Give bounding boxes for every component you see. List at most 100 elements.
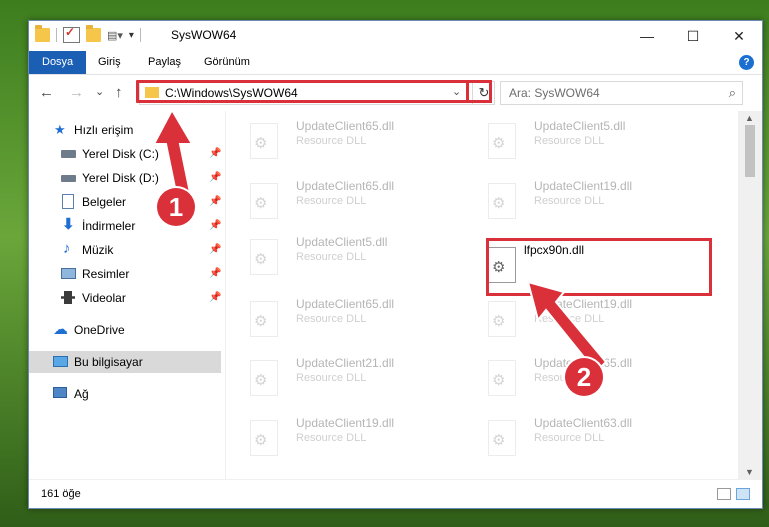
dll-file-icon [250, 360, 278, 396]
file-name: UpdateClient65.dll [296, 179, 395, 193]
file-item[interactable]: UpdateClient65.dll Resource DLL [226, 117, 456, 167]
tab-view[interactable]: Görünüm [191, 51, 263, 74]
vertical-scrollbar[interactable]: ▲ ▼ [738, 111, 762, 479]
videos-icon [61, 291, 75, 304]
file-name: UpdateClient63.dll [534, 416, 633, 430]
sidebar-item-label: Müzik [82, 243, 114, 257]
scroll-down-icon[interactable]: ▼ [745, 467, 754, 477]
large-icons-view-icon[interactable] [736, 488, 750, 500]
search-box[interactable]: Ara: SysWOW64 ⌕ [500, 81, 743, 105]
tab-share[interactable]: Paylaş [135, 51, 194, 74]
cloud-icon: ☁ [53, 321, 68, 338]
computer-icon [53, 356, 68, 367]
maximize-button[interactable]: ☐ [670, 21, 716, 51]
pictures-icon [61, 268, 76, 279]
sidebar-item-onedrive[interactable]: ☁ OneDrive [29, 319, 221, 341]
drive-icon [61, 175, 76, 182]
file-name: UpdateClient19.dll [296, 416, 395, 430]
file-item[interactable]: UpdateClient5.dll Resource DLL [464, 117, 694, 167]
sidebar-item-pictures[interactable]: Resimler 📌 [29, 263, 221, 285]
file-description: Resource DLL [296, 135, 367, 147]
file-description: Resource DLL [534, 135, 605, 147]
file-item[interactable]: UpdateClient19.dll Resource DLL [226, 414, 456, 464]
status-bar: 161 öğe [29, 479, 762, 508]
file-name: UpdateClient5.dll [296, 235, 388, 249]
properties-icon[interactable] [63, 25, 80, 43]
download-icon: ⬇ [62, 216, 75, 233]
sidebar-item-label: Yerel Disk (C:) [82, 147, 159, 161]
dll-file-icon [488, 360, 516, 396]
sidebar-item-label: Bu bilgisayar [74, 355, 143, 369]
dll-file-icon [250, 239, 278, 275]
sidebar-item-label: İndirmeler [82, 219, 136, 233]
new-folder-icon[interactable] [86, 25, 101, 42]
sidebar-item-network[interactable]: Ağ [29, 383, 221, 405]
file-item[interactable]: UpdateClient19.dll Resource DLL [464, 177, 694, 227]
star-icon: ★ [54, 122, 66, 137]
tab-home[interactable]: Giriş [85, 51, 134, 74]
up-button[interactable]: ↑ [115, 84, 123, 101]
step-1-badge: 1 [157, 188, 195, 226]
file-description: Resource DLL [296, 372, 367, 384]
close-button[interactable]: ✕ [716, 21, 762, 51]
file-item[interactable]: UpdateClient65.dll Resource DLL [226, 295, 456, 345]
forward-button[interactable]: → [69, 84, 84, 101]
customize-qat-icon[interactable]: ▤▾ [107, 29, 123, 42]
dll-file-icon [488, 301, 516, 337]
item-count: 161 öğe [41, 488, 81, 500]
file-description: Resource DLL [534, 195, 605, 207]
sidebar-item-label: Belgeler [82, 195, 127, 209]
sidebar-item-label: Yerel Disk (D:) [82, 171, 159, 185]
tab-file[interactable]: Dosya [29, 51, 87, 74]
toolbar-divider [139, 28, 141, 42]
help-icon[interactable]: ? [739, 55, 754, 70]
file-item[interactable]: UpdateClient21.dll Resource DLL [226, 354, 456, 404]
qat-dropdown-icon[interactable]: ▾ [129, 30, 134, 41]
file-name: UpdateClient65.dll [296, 297, 395, 311]
navigation-bar: ← → ⌄ ↑ C:\Windows\SysWOW64 ⌄ ↻ Ara: Sys… [29, 75, 762, 111]
network-icon [53, 387, 67, 398]
file-name: UpdateClient19.dll [534, 179, 633, 193]
sidebar-item-label: Ağ [74, 387, 89, 401]
title-bar: ▤▾ ▾ SysWOW64 — ☐ ✕ [29, 21, 762, 51]
pin-icon[interactable]: 📌 [209, 268, 221, 279]
scroll-thumb[interactable] [745, 125, 755, 177]
sidebar-item-label: OneDrive [74, 323, 125, 337]
toolbar-divider [56, 28, 57, 42]
dll-file-icon [488, 123, 516, 159]
folder-icon[interactable] [35, 25, 50, 42]
scroll-up-icon[interactable]: ▲ [745, 113, 754, 123]
pin-icon[interactable]: 📌 [209, 292, 221, 303]
search-icon[interactable]: ⌕ [729, 85, 736, 101]
pin-icon[interactable]: 📌 [209, 220, 221, 231]
file-item[interactable]: UpdateClient5.dll Resource DLL [226, 233, 456, 283]
ribbon-tabs: Dosya Giriş Paylaş Görünüm ? [29, 51, 762, 75]
refresh-highlight-box [466, 80, 492, 103]
view-toggle [717, 488, 750, 500]
file-description: Resource DLL [296, 432, 367, 444]
dll-file-icon [488, 420, 516, 456]
recent-locations-button[interactable]: ⌄ [95, 85, 104, 98]
step-2-badge: 2 [565, 358, 603, 396]
file-name: UpdateClient21.dll [296, 356, 395, 370]
back-button[interactable]: ← [39, 84, 54, 101]
file-item[interactable]: UpdateClient65.dll Resource DLL [226, 177, 456, 227]
explorer-window: ▤▾ ▾ SysWOW64 — ☐ ✕ Dosya Giriş Paylaş G… [28, 20, 763, 509]
pin-icon[interactable]: 📌 [209, 244, 221, 255]
sidebar-item-videos[interactable]: Videolar 📌 [29, 287, 221, 309]
sidebar-item-label: Hızlı erişim [74, 123, 134, 137]
dll-file-icon [250, 183, 278, 219]
details-view-icon[interactable] [717, 488, 731, 500]
search-input[interactable]: Ara: SysWOW64 [509, 86, 600, 100]
dll-file-icon [250, 123, 278, 159]
sidebar-item-this-pc[interactable]: Bu bilgisayar [29, 351, 221, 373]
quick-access-toolbar: ▤▾ ▾ [35, 25, 141, 43]
minimize-button[interactable]: — [624, 21, 670, 51]
file-description: Resource DLL [296, 195, 367, 207]
file-item[interactable]: UpdateClient63.dll Resource DLL [464, 414, 694, 464]
dll-file-icon [488, 183, 516, 219]
file-description: Resource DLL [534, 432, 605, 444]
sidebar-item-music[interactable]: ♪ Müzik 📌 [29, 239, 221, 261]
music-icon: ♪ [63, 240, 71, 257]
documents-icon [62, 194, 74, 209]
